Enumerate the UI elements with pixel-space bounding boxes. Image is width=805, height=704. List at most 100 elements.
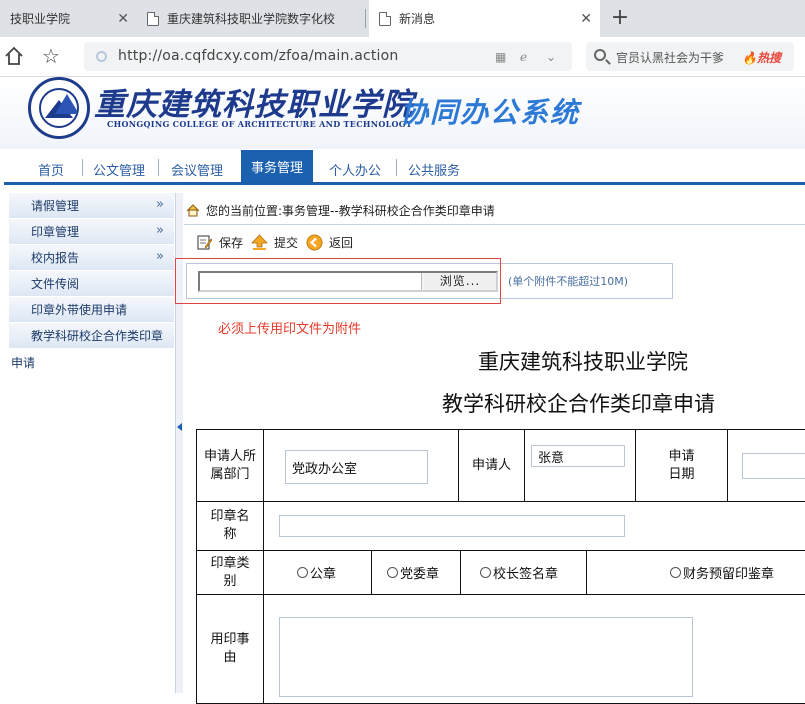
double-chevron-right-icon: » (156, 197, 164, 212)
nav-meetings[interactable]: 会议管理 (164, 157, 230, 182)
chevron-down-icon[interactable]: ⌄ (546, 50, 556, 64)
url-field[interactable]: http://oa.cqfdcxy.com/zfoa/main.action ▦… (84, 42, 572, 71)
collapse-arrow-icon (177, 423, 182, 431)
radio-circle-icon (480, 567, 491, 578)
close-icon[interactable]: ✕ (580, 11, 592, 27)
form-title-application: 教学科研校企合作类印章申请 (442, 392, 715, 416)
breadcrumb: 您的当前位置:事务管理--教学科研校企合作类印章申请 (186, 199, 495, 221)
form-toolbar: 保存 提交 返回 (196, 230, 361, 254)
sidebar-item-label: 文件传阅 (31, 277, 80, 291)
radio-party-seal[interactable]: 党委章 (387, 563, 439, 582)
seal-name-label: 印章名称 (196, 501, 264, 551)
nav-personal[interactable]: 个人办公 (322, 157, 388, 182)
back-button[interactable]: 返回 (306, 234, 353, 251)
college-name-en: CHONGQING COLLEGE OF ARCHITECTURE AND TE… (107, 119, 412, 129)
nav-home[interactable]: 首页 (28, 157, 74, 182)
search-suggestion: 官员认黑社会为干爹 (616, 51, 725, 65)
college-seal-logo (28, 77, 90, 139)
reason-label: 用印事由 (196, 594, 264, 704)
address-bar-row: ☆ http://oa.cqfdcxy.com/zfoa/main.action… (0, 37, 805, 77)
submit-button[interactable]: 提交 (251, 233, 298, 251)
double-chevron-right-icon: » (156, 249, 164, 264)
sidebar-item-campus-report[interactable]: 校内报告 » (9, 245, 174, 271)
main-nav: 首页 公文管理 会议管理 事务管理 个人办公 公共服务 (0, 149, 805, 185)
back-label: 返回 (329, 235, 354, 250)
sidebar-item-label: 请假管理 (31, 199, 80, 213)
nav-divider (82, 159, 83, 176)
reason-textarea[interactable] (279, 617, 693, 697)
double-chevron-right-icon: » (156, 223, 164, 238)
seal-application-form: 申请人所属部门 党政办公室 申请人 张意 申请日期 印章名称 印章类别 公章 党… (196, 429, 805, 704)
sidebar-item-label: 校内报告 (31, 251, 80, 265)
ie-mode-icon[interactable]: ℯ (520, 50, 527, 64)
nav-public-services[interactable]: 公共服务 (402, 157, 466, 182)
home-icon (186, 203, 200, 216)
seal-name-input[interactable] (279, 515, 625, 537)
url-text: http://oa.cqfdcxy.com/zfoa/main.action (118, 48, 399, 64)
site-info-icon[interactable] (96, 51, 107, 62)
save-edit-icon (197, 234, 213, 250)
sidebar-item-label: 印章外带使用申请 (31, 303, 128, 317)
hot-search-badge: 🔥热搜 (742, 51, 781, 65)
tab-divider (365, 9, 366, 28)
sidebar-item-teaching-seal[interactable]: 教学科研校企合作类印章 (9, 323, 174, 349)
sidebar-item-label-overflow: 申请 (11, 356, 36, 370)
search-icon (594, 49, 606, 61)
dept-label: 申请人所属部门 (196, 429, 264, 502)
seal-type-label: 印章类别 (196, 550, 264, 595)
date-label: 申请日期 (635, 429, 728, 502)
date-input[interactable] (742, 453, 805, 479)
radio-circle-icon (387, 567, 398, 578)
qr-code-icon[interactable]: ▦ (495, 50, 506, 64)
radio-label: 公章 (310, 567, 337, 582)
radio-label: 党委章 (400, 567, 440, 582)
bookmark-star-icon[interactable]: ☆ (42, 44, 60, 68)
college-name-cn: 重庆建筑科技职业学院 (94, 87, 414, 123)
radio-official-seal[interactable]: 公章 (297, 563, 336, 582)
browser-tab-bar: 技职业学院 ✕ 重庆建筑科技职业学院数字化校 新消息 ✕ + (0, 0, 805, 37)
sidebar-item-leave[interactable]: 请假管理 » (9, 193, 174, 219)
system-title: 协同办公系统 (400, 96, 581, 129)
nav-affairs[interactable]: 事务管理 (241, 150, 313, 182)
nav-documents[interactable]: 公文管理 (88, 157, 150, 182)
highlight-box (175, 258, 501, 304)
radio-label: 校长签名章 (493, 567, 559, 582)
close-icon[interactable]: ✕ (117, 11, 129, 27)
search-box[interactable]: 官员认黑社会为干爹 🔥热搜 (586, 42, 794, 71)
applicant-label: 申请人 (458, 429, 525, 502)
home-icon[interactable] (4, 45, 24, 67)
sidebar-item-seal[interactable]: 印章管理 » (9, 219, 174, 245)
page-icon (147, 11, 159, 26)
radio-circle-icon (670, 567, 681, 578)
nav-underline (4, 182, 805, 185)
sidebar-item-label: 印章管理 (31, 225, 80, 239)
back-arrow-icon (306, 234, 323, 250)
divider (184, 224, 805, 225)
save-label: 保存 (219, 235, 244, 250)
page-icon (379, 11, 391, 26)
new-tab-icon[interactable]: + (607, 5, 633, 30)
browser-tab[interactable]: 重庆建筑科技职业学院数字化校 (137, 0, 366, 37)
browser-tab-active[interactable]: 新消息 ✕ (369, 0, 600, 37)
radio-president-seal[interactable]: 校长签名章 (480, 563, 558, 582)
site-header: 重庆建筑科技职业学院 CHONGQING COLLEGE OF ARCHITEC… (0, 77, 805, 149)
sidebar-item-label: 教学科研校企合作类印章 (31, 329, 164, 343)
browser-tab[interactable]: 技职业学院 ✕ (0, 0, 137, 37)
form-title-college: 重庆建筑科技职业学院 (478, 350, 688, 374)
attachment-warning: 必须上传用印文件为附件 (218, 322, 362, 337)
sidebar: 请假管理 » 印章管理 » 校内报告 » 文件传阅 印章外带使用申请 教学科研校… (9, 193, 174, 693)
nav-divider (158, 159, 159, 176)
nav-divider (396, 159, 397, 176)
dept-input[interactable]: 党政办公室 (285, 450, 428, 484)
sidebar-item-file-circulation[interactable]: 文件传阅 (9, 271, 174, 297)
radio-circle-icon (297, 567, 308, 578)
tab-title: 新消息 (399, 12, 436, 26)
save-button[interactable]: 保存 (196, 234, 243, 251)
breadcrumb-text: 您的当前位置:事务管理--教学科研校企合作类印章申请 (206, 203, 495, 218)
radio-finance-seal[interactable]: 财务预留印鉴章 (670, 563, 774, 582)
applicant-input[interactable]: 张意 (531, 445, 625, 467)
upload-size-hint: (单个附件不能超过10M) (508, 275, 629, 288)
sidebar-item-seal-takeout[interactable]: 印章外带使用申请 (9, 297, 174, 323)
upload-arrow-icon (251, 233, 268, 250)
radio-label: 财务预留印鉴章 (683, 567, 775, 582)
